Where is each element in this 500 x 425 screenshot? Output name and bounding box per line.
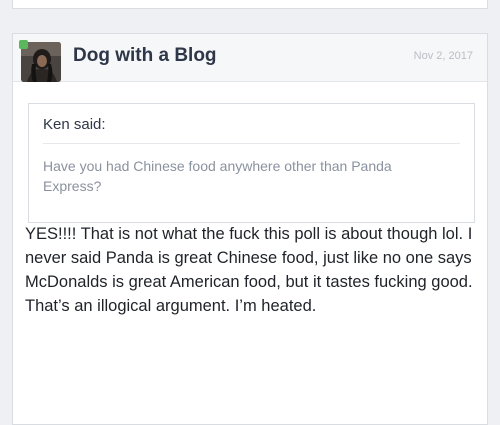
- quote-divider: [43, 143, 460, 144]
- online-status-icon: [19, 40, 28, 49]
- post-header: Dog with a Blog Nov 2, 2017: [13, 34, 487, 82]
- quote-author[interactable]: Ken said:: [43, 116, 106, 133]
- previous-post-card: [12, 0, 488, 9]
- author-name-link[interactable]: Dog with a Blog: [73, 45, 217, 67]
- post-date[interactable]: Nov 2, 2017: [414, 50, 473, 62]
- forum-post: Dog with a Blog Nov 2, 2017 Ken said: Ha…: [12, 33, 488, 425]
- quote-block: Ken said: Have you had Chinese food anyw…: [28, 103, 475, 223]
- quote-text: Have you had Chinese food anywhere other…: [43, 158, 392, 194]
- avatar-container[interactable]: [19, 40, 61, 82]
- post-body-text: YES!!!! That is not what the fuck this p…: [25, 225, 473, 315]
